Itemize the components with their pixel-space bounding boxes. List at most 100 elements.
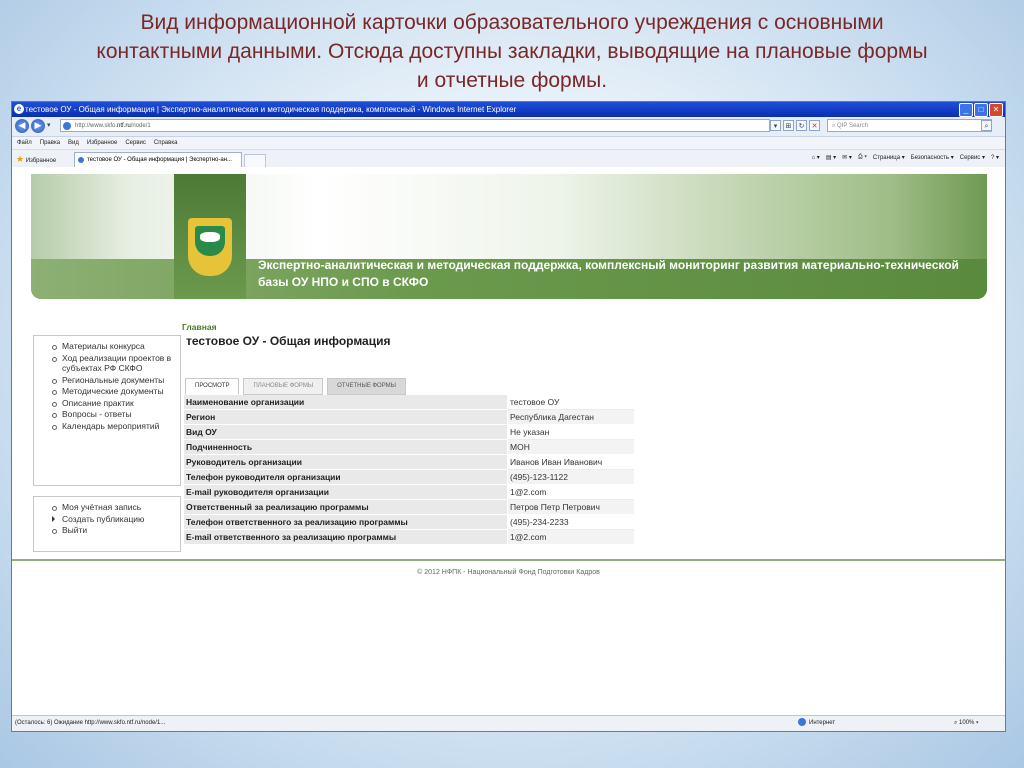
search-placeholder: QIP Search — [837, 123, 868, 129]
menu-favorites[interactable]: Избранное — [87, 137, 117, 149]
sidebar-item-materials[interactable]: Материалы конкурса — [52, 341, 176, 352]
browser-window: e тестовое ОУ - Общая информация | Экспе… — [11, 101, 1006, 732]
mail-icon[interactable]: ✉ ▾ — [842, 154, 852, 161]
home-icon[interactable]: ⌂ ▾ — [812, 154, 820, 161]
row-value: МОН — [507, 439, 634, 455]
stop-icon[interactable]: ✕ — [809, 120, 820, 131]
page-title: тестовое ОУ - Общая информация — [186, 334, 391, 348]
row-label: E-mail руководителя организации — [184, 484, 508, 500]
table-row: E-mail руководителя организации 1@2.com — [184, 484, 634, 500]
tab-page-icon — [78, 157, 84, 163]
site-footer: © 2012 НФПК - Национальный Фонд Подготов… — [417, 569, 600, 576]
refresh-icon[interactable]: ↻ — [796, 120, 807, 131]
sidebar-item-calendar[interactable]: Календарь мероприятий — [52, 421, 176, 432]
address-prefix: http://www.skfo. — [75, 123, 118, 129]
search-go-icon[interactable]: ⌕ — [981, 120, 992, 131]
table-row: Телефон ответственного за реализацию про… — [184, 514, 634, 530]
web-page: Экспертно-аналитическая и методическая п… — [12, 167, 1005, 715]
safety-menu-label: Безопасность — [910, 155, 950, 161]
window-titlebar: e тестовое ОУ - Общая информация | Экспе… — [12, 102, 1005, 117]
sidebar-item-practices[interactable]: Описание практик — [52, 398, 176, 409]
tab-label: тестовое ОУ - Общая информация | Эксперт… — [87, 157, 232, 163]
address-bar[interactable]: http://www.skfo.ntf.ru/node/1 — [60, 119, 770, 132]
menu-help[interactable]: Справка — [154, 137, 178, 149]
info-table: Наименование организации тестовое ОУ Реги… — [184, 395, 634, 545]
close-icon[interactable]: ✕ — [989, 103, 1003, 117]
search-icon: ⌕ — [832, 123, 836, 129]
address-dropdown-icon[interactable]: ▾ — [770, 120, 781, 131]
favorites-label: Избранное — [25, 158, 57, 164]
sidebar-item-regional-docs[interactable]: Региональные документы — [52, 375, 176, 386]
tools-menu[interactable]: Сервис ▾ — [960, 154, 985, 161]
maximize-icon[interactable]: □ — [974, 103, 988, 117]
star-icon: ★ — [16, 154, 25, 164]
banner-title: Экспертно-аналитическая и методическая п… — [258, 258, 959, 289]
row-value: (495)-123-1122 — [507, 469, 634, 485]
row-value: 1@2.com — [507, 529, 634, 545]
breadcrumb[interactable]: Главная — [182, 322, 217, 332]
menu-bar: Файл Правка Вид Избранное Сервис Справка — [12, 137, 1005, 150]
table-row: Телефон руководителя организации (495)-12… — [184, 469, 634, 485]
caption-line-1: Вид информационной карточки образователь… — [140, 11, 884, 34]
ie-logo-icon: e — [14, 104, 24, 114]
safety-menu[interactable]: Безопасность ▾ — [911, 154, 954, 161]
row-label: Вид ОУ — [184, 424, 508, 440]
user-menu-account[interactable]: Моя учётная запись — [52, 502, 176, 513]
new-tab-button[interactable] — [244, 154, 266, 168]
tab-report-forms[interactable]: ОТЧЕТНЫЕ ФОРМЫ — [327, 378, 406, 395]
sidebar-menu: Материалы конкурса Ход реализации проект… — [33, 335, 181, 486]
table-row: Вид ОУ Не указан — [184, 424, 634, 440]
user-menu-create-post[interactable]: Создать публикацию — [52, 514, 176, 525]
status-text: (Осталось: 6) Ожидание http://www.skfo.n… — [15, 720, 166, 726]
browser-tab[interactable]: тестовое ОУ - Общая информация | Эксперт… — [74, 152, 242, 167]
feeds-icon[interactable]: ▤ ▾ — [826, 154, 836, 161]
row-value: Республика Дагестан — [507, 409, 634, 425]
user-menu: Моя учётная запись Создать публикацию Вы… — [33, 496, 181, 552]
caption-line-3: и отчетные формы. — [416, 69, 608, 92]
command-bar: ⌂ ▾ ▤ ▾ ✉ ▾ ⎙ ▾ Страница ▾ Безопасность … — [812, 154, 1000, 161]
tab-view[interactable]: ПРОСМОТР — [185, 378, 240, 395]
forward-icon[interactable]: ▶ — [31, 119, 45, 133]
row-value: Петров Петр Петрович — [507, 499, 634, 515]
menu-file[interactable]: Файл — [17, 137, 32, 149]
menu-tools[interactable]: Сервис — [125, 137, 146, 149]
table-row: Наименование организации тестовое ОУ — [184, 395, 634, 410]
zoom-level: 100% — [959, 720, 975, 726]
user-menu-logout[interactable]: Выйти — [52, 525, 176, 536]
footer-divider — [12, 559, 1005, 561]
back-icon[interactable]: ◀ — [15, 119, 29, 133]
zoom-control[interactable]: ⌕ 100% ▾ — [954, 716, 979, 731]
row-label: Подчиненность — [184, 439, 508, 455]
page-menu[interactable]: Страница ▾ — [873, 154, 905, 161]
row-label: Руководитель организации — [184, 454, 508, 470]
row-value: (495)-234-2233 — [507, 514, 634, 530]
row-label: E-mail ответственного за реализацию прог… — [184, 529, 508, 545]
row-label: Наименование организации — [184, 395, 508, 410]
table-row: Регион Республика Дагестан — [184, 409, 634, 425]
coat-of-arms-logo — [174, 174, 246, 299]
sidebar-item-method-docs[interactable]: Методические документы — [52, 386, 176, 397]
favorites-button[interactable]: ★ Избранное — [16, 154, 56, 165]
row-value: 1@2.com — [507, 484, 634, 500]
tools-menu-label: Сервис — [959, 155, 981, 161]
page-icon — [63, 122, 71, 130]
content-tabs: ПРОСМОТР ПЛАНОВЫЕ ФОРМЫ ОТЧЕТНЫЕ ФОРМЫ — [185, 378, 406, 395]
menu-view[interactable]: Вид — [68, 137, 79, 149]
history-dropdown-icon[interactable]: ▾ — [47, 121, 51, 129]
print-icon[interactable]: ⎙ ▾ — [858, 154, 867, 161]
menu-edit[interactable]: Правка — [40, 137, 60, 149]
minimize-icon[interactable]: _ — [959, 103, 973, 117]
slide-caption: Вид информационной карточки образователь… — [0, 8, 1024, 95]
sidebar-item-progress[interactable]: Ход реализации проектов в субъектах РФ С… — [52, 353, 176, 374]
table-row: Руководитель организации Иванов Иван Иван… — [184, 454, 634, 470]
zone-label: Интернет — [809, 720, 836, 726]
address-toolbar: ◀ ▶ ▾ http://www.skfo.ntf.ru/node/1 ▾ ⊞ … — [12, 117, 1005, 137]
sidebar-item-faq[interactable]: Вопросы - ответы — [52, 409, 176, 420]
page-menu-label: Страница — [872, 155, 901, 161]
tab-plan-forms[interactable]: ПЛАНОВЫЕ ФОРМЫ — [243, 378, 324, 395]
window-title: тестовое ОУ - Общая информация | Эксперт… — [25, 105, 517, 114]
status-bar: (Осталось: 6) Ожидание http://www.skfo.n… — [12, 715, 1005, 731]
help-icon[interactable]: ? ▾ — [991, 154, 999, 161]
search-input[interactable]: ⌕ QIP Search — [827, 119, 992, 132]
compat-icon[interactable]: ⊞ — [783, 120, 794, 131]
